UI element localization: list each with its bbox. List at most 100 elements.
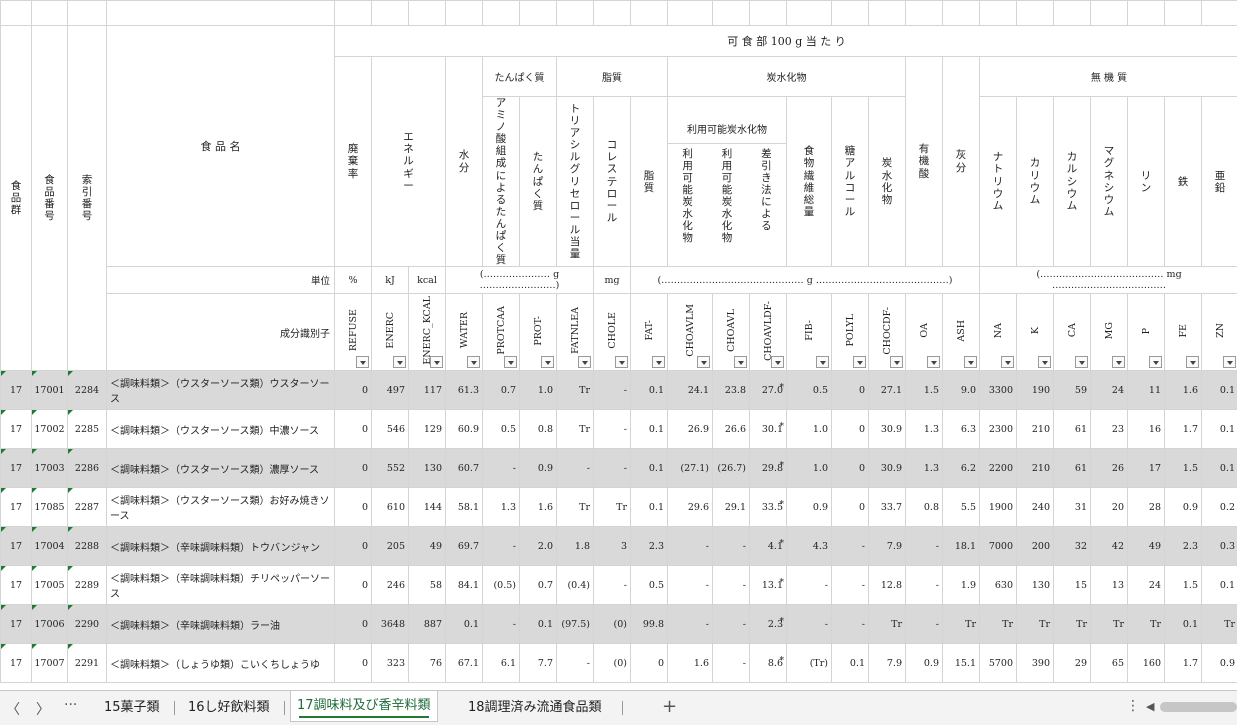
cell-value[interactable]: 200: [1017, 527, 1054, 566]
cell-value[interactable]: 76: [409, 644, 446, 683]
cell-value[interactable]: 30.1*: [750, 410, 787, 449]
cell-value[interactable]: 0.1: [1202, 371, 1237, 410]
prev-sheet-icon[interactable]: 〈: [6, 699, 20, 719]
cell-value[interactable]: 0.2: [1202, 488, 1237, 527]
cell-value[interactable]: 0.1: [520, 605, 557, 644]
cell-value[interactable]: 129: [409, 410, 446, 449]
cell-value[interactable]: 246: [372, 566, 409, 605]
filter-dropdown-icon[interactable]: [1186, 356, 1199, 368]
cell-food-name[interactable]: ＜調味料類＞（ウスターソース類）濃厚ソース: [107, 449, 335, 488]
cell-value[interactable]: 23.8: [713, 371, 750, 410]
cell-value[interactable]: -: [483, 527, 520, 566]
filter-dropdown-icon[interactable]: [615, 356, 628, 368]
cell-value[interactable]: 30.9: [869, 410, 906, 449]
cell-value[interactable]: 24: [1091, 371, 1128, 410]
cell-value[interactable]: 12.8: [869, 566, 906, 605]
cell-value[interactable]: (0): [594, 605, 631, 644]
cell-value[interactable]: 1.0: [787, 410, 832, 449]
cell-value[interactable]: 7.9: [869, 527, 906, 566]
cell-index-number[interactable]: 2288: [68, 527, 107, 566]
cell-value[interactable]: 240: [1017, 488, 1054, 527]
cell-food-number[interactable]: 17085: [32, 488, 68, 527]
cell-group[interactable]: 17: [1, 605, 32, 644]
cell-value[interactable]: 0.1: [832, 644, 869, 683]
cell-value[interactable]: 1.6: [520, 488, 557, 527]
cell-value[interactable]: 29: [1054, 644, 1091, 683]
cell-value[interactable]: 130: [409, 449, 446, 488]
cell-value[interactable]: 49: [409, 527, 446, 566]
cell-value[interactable]: 26.6: [713, 410, 750, 449]
cell-value[interactable]: -: [832, 566, 869, 605]
cell-value[interactable]: 5.5: [943, 488, 980, 527]
cell-value[interactable]: 0.5: [787, 371, 832, 410]
cell-value[interactable]: (97.5): [557, 605, 594, 644]
cell-value[interactable]: 16: [1128, 410, 1165, 449]
filter-dropdown-icon[interactable]: [1112, 356, 1125, 368]
cell-index-number[interactable]: 2284: [68, 371, 107, 410]
filter-dropdown-icon[interactable]: [356, 356, 369, 368]
cell-value[interactable]: -: [594, 566, 631, 605]
filter-dropdown-icon[interactable]: [1223, 356, 1236, 368]
cell-value[interactable]: 49: [1128, 527, 1165, 566]
tab-15[interactable]: 15菓子類: [98, 695, 166, 721]
cell-value[interactable]: 610: [372, 488, 409, 527]
cell-value[interactable]: 4.1*: [750, 527, 787, 566]
cell-value[interactable]: 0: [335, 566, 372, 605]
cell-value[interactable]: -: [557, 449, 594, 488]
cell-value[interactable]: 9.0: [943, 371, 980, 410]
cell-value[interactable]: -: [668, 566, 713, 605]
cell-value[interactable]: 1.5: [1165, 566, 1202, 605]
cell-value[interactable]: 2.3: [631, 527, 668, 566]
cell-value[interactable]: 23: [1091, 410, 1128, 449]
tab-17-active[interactable]: 17調味料及び香辛料類: [290, 691, 438, 722]
horizontal-scrollbar[interactable]: [1160, 702, 1237, 712]
cell-food-name[interactable]: ＜調味料類＞（辛味調味料類）チリペッパーソース: [107, 566, 335, 605]
cell-value[interactable]: 65: [1091, 644, 1128, 683]
cell-value[interactable]: 1.0: [520, 371, 557, 410]
filter-dropdown-icon[interactable]: [393, 356, 406, 368]
cell-value[interactable]: 160: [1128, 644, 1165, 683]
cell-value[interactable]: 2.3: [1165, 527, 1202, 566]
cell-value[interactable]: 1.5: [906, 371, 943, 410]
cell-value[interactable]: -: [594, 371, 631, 410]
cell-value[interactable]: 0.7: [520, 566, 557, 605]
cell-value[interactable]: -: [668, 605, 713, 644]
cell-value[interactable]: 390: [1017, 644, 1054, 683]
cell-value[interactable]: -: [713, 605, 750, 644]
cell-value[interactable]: 6.3: [943, 410, 980, 449]
cell-value[interactable]: 15.1: [943, 644, 980, 683]
cell-value[interactable]: 99.8: [631, 605, 668, 644]
cell-value[interactable]: -: [906, 566, 943, 605]
cell-group[interactable]: 17: [1, 644, 32, 683]
next-sheet-icon[interactable]: 〉: [36, 699, 50, 719]
filter-dropdown-icon[interactable]: [927, 356, 940, 368]
filter-dropdown-icon[interactable]: [504, 356, 517, 368]
filter-dropdown-icon[interactable]: [1075, 356, 1088, 368]
cell-value[interactable]: 4.3: [787, 527, 832, 566]
cell-value[interactable]: 0.1: [1202, 449, 1237, 488]
cell-value[interactable]: 84.1: [446, 566, 483, 605]
cell-value[interactable]: 0.1: [631, 410, 668, 449]
filter-dropdown-icon[interactable]: [467, 356, 480, 368]
cell-value[interactable]: Tr: [1202, 605, 1237, 644]
cell-value[interactable]: 30.9: [869, 449, 906, 488]
filter-dropdown-icon[interactable]: [890, 356, 903, 368]
cell-food-number[interactable]: 17007: [32, 644, 68, 683]
cell-value[interactable]: 1.6: [668, 644, 713, 683]
cell-value[interactable]: 13: [1091, 566, 1128, 605]
cell-index-number[interactable]: 2291: [68, 644, 107, 683]
cell-value[interactable]: 3648: [372, 605, 409, 644]
filter-dropdown-icon[interactable]: [1001, 356, 1014, 368]
cell-index-number[interactable]: 2285: [68, 410, 107, 449]
cell-index-number[interactable]: 2287: [68, 488, 107, 527]
cell-value[interactable]: 18.1: [943, 527, 980, 566]
cell-value[interactable]: 0.1: [631, 371, 668, 410]
cell-value[interactable]: 0.9: [787, 488, 832, 527]
filter-dropdown-icon[interactable]: [652, 356, 665, 368]
cell-value[interactable]: 0: [631, 644, 668, 683]
cell-value[interactable]: 26: [1091, 449, 1128, 488]
cell-value[interactable]: 0.8: [906, 488, 943, 527]
cell-value[interactable]: -: [713, 644, 750, 683]
cell-value[interactable]: 5700: [980, 644, 1017, 683]
filter-dropdown-icon[interactable]: [430, 356, 443, 368]
